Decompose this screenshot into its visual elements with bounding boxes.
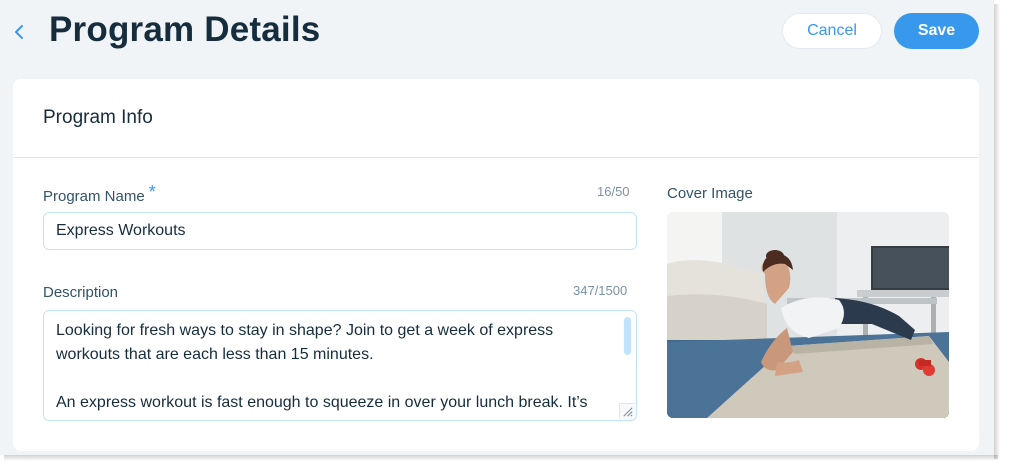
required-asterisk: * — [148, 182, 156, 202]
save-button[interactable]: Save — [894, 13, 979, 49]
app-window: Program Details Cancel Save Program Info… — [0, 0, 994, 455]
program-name-input[interactable] — [43, 212, 637, 250]
description-label: Description — [43, 284, 119, 301]
program-info-card: Program Info Program Name* 16/50 Descrip… — [13, 79, 979, 451]
description-paragraph: Looking for fresh ways to stay in shape?… — [56, 322, 554, 363]
description-textarea[interactable]: Looking for fresh ways to stay in shape?… — [43, 310, 637, 421]
description-paragraph: An express workout is fast enough to squ… — [56, 394, 588, 411]
cover-image[interactable] — [667, 212, 949, 418]
cover-image-label: Cover Image — [667, 185, 753, 202]
description-char-counter: 347/1500 — [573, 283, 628, 298]
card-header: Program Info — [13, 79, 979, 158]
resize-handle-icon[interactable] — [619, 403, 635, 419]
program-name-label: Program Name * — [43, 182, 156, 206]
card-title: Program Info — [43, 107, 153, 128]
description-text[interactable]: Looking for fresh ways to stay in shape?… — [56, 319, 611, 415]
program-name-label-text: Program Name — [43, 188, 145, 205]
textarea-scrollbar[interactable] — [624, 317, 631, 355]
window-shadow — [4, 455, 998, 461]
cancel-button[interactable]: Cancel — [782, 13, 882, 49]
page-title: Program Details — [49, 10, 321, 49]
back-chevron-icon[interactable] — [10, 20, 30, 44]
program-name-char-counter: 16/50 — [597, 184, 630, 199]
window-shadow — [994, 4, 1000, 459]
